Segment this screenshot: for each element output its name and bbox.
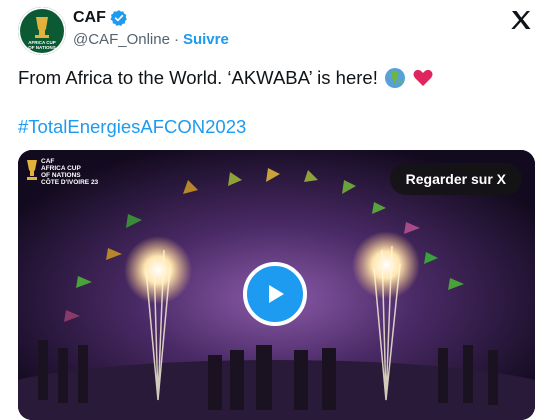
afcon-video-logo: CAF AFRICA CUP OF NATIONS CÔTE D'IVOIRE … bbox=[26, 158, 98, 186]
video-logo-line-1: CAF bbox=[41, 158, 55, 165]
play-icon bbox=[269, 285, 284, 303]
video-player[interactable]: CAF AFRICA CUP OF NATIONS CÔTE D'IVOIRE … bbox=[18, 150, 535, 420]
svg-text:OF NATIONS: OF NATIONS bbox=[28, 45, 55, 50]
tweet-card: AFRICA CUP OF NATIONS CAF @CAF_Online · … bbox=[0, 0, 549, 420]
tweet-text-row: From Africa to the World. ‘AKWABA’ is he… bbox=[18, 66, 434, 90]
video-logo-line-3: OF NATIONS bbox=[41, 172, 81, 179]
account-handle[interactable]: @CAF_Online bbox=[73, 31, 170, 48]
red-heart-icon bbox=[413, 69, 433, 86]
video-logo-line-4: CÔTE D'IVOIRE 23 bbox=[41, 179, 99, 186]
video-logo-line-2: AFRICA CUP bbox=[41, 165, 81, 172]
avatar[interactable]: AFRICA CUP OF NATIONS bbox=[18, 7, 66, 55]
account-name[interactable]: CAF bbox=[73, 9, 106, 27]
play-button[interactable] bbox=[243, 262, 307, 326]
x-logo-icon[interactable] bbox=[509, 8, 533, 32]
caf-logo-icon: AFRICA CUP OF NATIONS bbox=[18, 7, 66, 55]
tweet-text: From Africa to the World. ‘AKWABA’ is he… bbox=[18, 67, 378, 88]
globe-africa-icon bbox=[384, 68, 405, 88]
verified-badge-icon bbox=[110, 10, 127, 26]
watch-on-x-button[interactable]: Regarder sur X bbox=[389, 163, 522, 195]
trophy-icon bbox=[27, 160, 37, 180]
separator-dot: · bbox=[173, 31, 179, 48]
account-name-row: CAF bbox=[73, 9, 128, 27]
handle-row: @CAF_Online · Suivre bbox=[73, 31, 229, 48]
hashtag-link[interactable]: #TotalEnergiesAFCON2023 bbox=[18, 116, 246, 138]
follow-button[interactable]: Suivre bbox=[183, 31, 229, 48]
